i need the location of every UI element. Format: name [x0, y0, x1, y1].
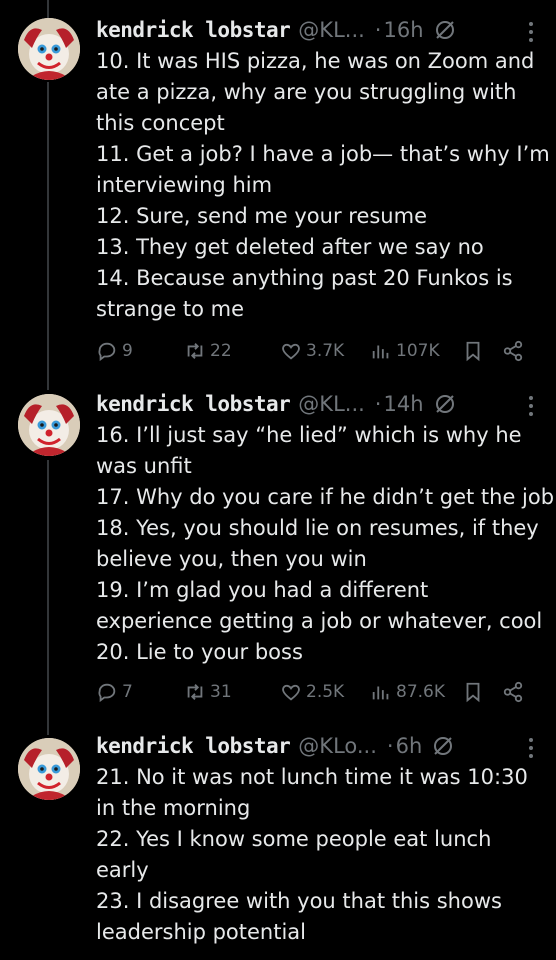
- text-line: 18. Yes, you should lie on resumes, if t…: [96, 516, 539, 540]
- more-icon[interactable]: [528, 736, 534, 760]
- text-line: experience getting a job or whatever, co…: [96, 609, 543, 633]
- text-line: 13. They get deleted after we say no: [96, 235, 484, 259]
- views-button[interactable]: 107K: [370, 340, 440, 362]
- like-button[interactable]: 2.5K: [280, 681, 344, 703]
- bookmark-icon: [466, 341, 480, 362]
- share-button[interactable]: [502, 340, 524, 362]
- user-handle[interactable]: @KL...: [298, 18, 365, 42]
- text-line: early: [96, 858, 149, 882]
- dot-separator: ·: [374, 392, 382, 416]
- text-line: 17. Why do you care if he didn’t get the…: [96, 485, 555, 509]
- tweet-text: 21. No it was not lunch time it was 10:3…: [96, 762, 542, 948]
- retweet-icon: [187, 684, 203, 700]
- grok-icon[interactable]: [432, 735, 454, 757]
- retweet-count: 31: [210, 682, 232, 702]
- bookmark-button[interactable]: [462, 340, 484, 362]
- retweet-button[interactable]: 31: [184, 681, 232, 703]
- retweet-count: 22: [210, 341, 232, 361]
- timestamp[interactable]: 14h: [383, 392, 423, 416]
- share-icon: [503, 340, 523, 362]
- text-line: 10. It was HIS pizza, he was on Zoom and: [96, 49, 535, 73]
- tweet-text: 16. I’ll just say “he lied” which is why…: [96, 420, 555, 668]
- text-line: strange to me: [96, 297, 245, 321]
- text-line: 16. I’ll just say “he lied” which is why…: [96, 423, 522, 447]
- grok-icon[interactable]: [434, 393, 456, 415]
- avatar[interactable]: [18, 394, 80, 456]
- tweet[interactable]: kendrick lobstar @KLo... · 6h 21. No it …: [0, 720, 556, 960]
- action-bar: 9 22 3.7K 107K: [96, 338, 536, 364]
- reply-icon: [98, 342, 116, 362]
- view-count: 87.6K: [396, 682, 445, 702]
- timestamp[interactable]: 6h: [396, 734, 423, 758]
- tweet-header: kendrick lobstar @KLo... · 6h: [96, 730, 536, 762]
- clown-avatar-image: [18, 18, 80, 80]
- dot-separator: ·: [386, 734, 394, 758]
- share-icon: [503, 681, 523, 703]
- reply-button[interactable]: 7: [96, 681, 133, 703]
- views-icon: [372, 345, 389, 359]
- more-icon[interactable]: [528, 20, 534, 44]
- user-handle[interactable]: @KLo...: [298, 734, 377, 758]
- like-count: 3.7K: [306, 341, 345, 361]
- retweet-button[interactable]: 22: [184, 340, 232, 362]
- text-line: 23. I disagree with you that this shows: [96, 889, 502, 913]
- text-line: 20. Lie to your boss: [96, 640, 303, 664]
- share-button[interactable]: [502, 681, 524, 703]
- text-line: in the morning: [96, 796, 251, 820]
- bookmark-icon: [466, 682, 480, 703]
- text-line: 19. I’m glad you had a different: [96, 578, 429, 602]
- user-handle[interactable]: @KL...: [298, 392, 365, 416]
- grok-icon[interactable]: [434, 19, 456, 41]
- text-line: 14. Because anything past 20 Funkos is: [96, 266, 513, 290]
- retweet-icon: [187, 343, 203, 359]
- tweet[interactable]: kendrick lobstar @KL... · 14h 16. I’ll j…: [0, 380, 556, 720]
- timestamp[interactable]: 16h: [383, 18, 423, 42]
- reply-count: 9: [122, 341, 133, 361]
- text-line: this concept: [96, 111, 225, 135]
- tweet-header: kendrick lobstar @KL... · 16h: [96, 14, 536, 46]
- text-line: 11. Get a job? I have a job— that’s why …: [96, 142, 550, 166]
- text-line: was unfit: [96, 454, 192, 478]
- avatar[interactable]: [18, 18, 80, 80]
- clown-avatar-image: [18, 738, 80, 800]
- like-icon: [282, 684, 300, 701]
- avatar[interactable]: [18, 738, 80, 800]
- clown-avatar-image: [18, 394, 80, 456]
- like-count: 2.5K: [306, 682, 345, 702]
- reply-icon: [98, 683, 116, 703]
- dot-separator: ·: [374, 18, 382, 42]
- text-line: ate a pizza, why are you struggling with: [96, 80, 517, 104]
- display-name[interactable]: kendrick lobstar: [96, 18, 291, 42]
- text-line: believe you, then you win: [96, 547, 367, 571]
- more-icon[interactable]: [528, 394, 534, 418]
- text-line: 12. Sure, send me your resume: [96, 204, 427, 228]
- views-button[interactable]: 87.6K: [370, 681, 445, 703]
- view-count: 107K: [396, 341, 440, 361]
- text-line: 21. No it was not lunch time it was 10:3…: [96, 765, 528, 789]
- tweet-text: 10. It was HIS pizza, he was on Zoom and…: [96, 46, 550, 325]
- display-name[interactable]: kendrick lobstar: [96, 734, 291, 758]
- text-line: interviewing him: [96, 173, 273, 197]
- tweet[interactable]: kendrick lobstar @KL... · 16h 10. It was…: [0, 0, 556, 380]
- reply-count: 7: [122, 682, 133, 702]
- reply-button[interactable]: 9: [96, 340, 133, 362]
- text-line: leadership potential: [96, 920, 307, 944]
- display-name[interactable]: kendrick lobstar: [96, 392, 291, 416]
- action-bar: 7 31 2.5K 87.6K: [96, 679, 536, 705]
- bookmark-button[interactable]: [462, 681, 484, 703]
- like-icon: [282, 343, 300, 360]
- views-icon: [372, 686, 389, 700]
- text-line: 22. Yes I know some people eat lunch: [96, 827, 492, 851]
- tweet-header: kendrick lobstar @KL... · 14h: [96, 388, 536, 420]
- like-button[interactable]: 3.7K: [280, 340, 344, 362]
